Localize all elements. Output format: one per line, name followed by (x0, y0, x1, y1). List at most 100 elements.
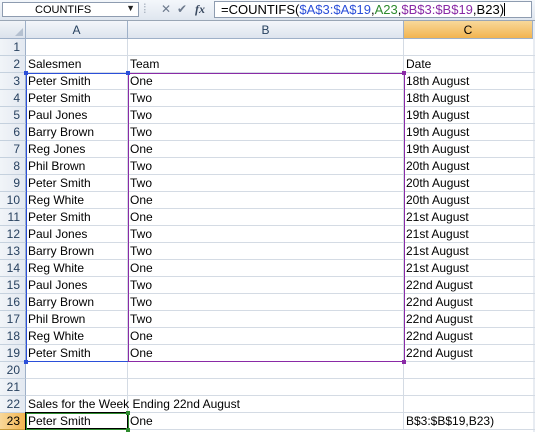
cell-B10[interactable]: One (128, 192, 404, 209)
column-header-c[interactable]: C (404, 21, 533, 39)
range-a23-handle-br[interactable] (126, 428, 130, 432)
cell-C5[interactable]: 19th August (404, 107, 535, 124)
cell-B12[interactable]: Two (128, 226, 404, 243)
cell-C4[interactable]: 18th August (404, 90, 535, 107)
cell-C11[interactable]: 21st August (404, 209, 535, 226)
cell-B22[interactable] (128, 396, 404, 413)
select-all-corner[interactable] (0, 21, 26, 39)
cell-C1[interactable] (404, 39, 535, 56)
cell-A13[interactable]: Barry Brown (26, 243, 128, 260)
formula-input[interactable]: =COUNTIFS($A$3:$A$19,A23,$B$3:$B$19,B23) (214, 1, 532, 18)
cell-A17[interactable]: Phil Brown (26, 311, 128, 328)
cell-B7[interactable]: One (128, 141, 404, 158)
cell-A9[interactable]: Peter Smith (26, 175, 128, 192)
enter-check-icon[interactable]: ✔ (177, 2, 187, 16)
range-b-handle-tr[interactable] (402, 71, 406, 75)
cell-C13[interactable]: 21st August (404, 243, 535, 260)
row-header[interactable]: 1 (0, 39, 26, 56)
name-box-dropdown-icon[interactable]: ▼ (126, 3, 135, 13)
row-header[interactable]: 19 (0, 345, 26, 362)
column-header-b[interactable]: B (128, 21, 404, 39)
cell-C8[interactable]: 20th August (404, 158, 535, 175)
row-header[interactable]: 10 (0, 192, 26, 209)
cell-C10[interactable]: 20th August (404, 192, 535, 209)
cell-A3[interactable]: Peter Smith (26, 73, 128, 90)
row-header[interactable]: 15 (0, 277, 26, 294)
cell-B11[interactable]: One (128, 209, 404, 226)
cell-B16[interactable]: Two (128, 294, 404, 311)
cell-B21[interactable] (128, 379, 404, 396)
row-header[interactable]: 22 (0, 396, 26, 413)
column-header-a[interactable]: A (26, 21, 128, 39)
range-b-handle-br[interactable] (402, 360, 406, 364)
cell-A7[interactable]: Reg Jones (26, 141, 128, 158)
row-header[interactable]: 17 (0, 311, 26, 328)
row-header[interactable]: 6 (0, 124, 26, 141)
row-header[interactable]: 3 (0, 73, 26, 90)
cell-C6[interactable]: 19th August (404, 124, 535, 141)
spreadsheet-grid[interactable]: A B C 1 2 Salesmen Team Date 3 Peter Smith One 1… (0, 21, 535, 432)
range-a-handle-tl[interactable] (24, 71, 28, 75)
cell-A19[interactable]: Peter Smith (26, 345, 128, 362)
cell-A18[interactable]: Reg White (26, 328, 128, 345)
cell-B14[interactable]: One (128, 260, 404, 277)
cell-C19[interactable]: 22nd August (404, 345, 535, 362)
cell-A16[interactable]: Barry Brown (26, 294, 128, 311)
row-header[interactable]: 7 (0, 141, 26, 158)
cell-A8[interactable]: Phil Brown (26, 158, 128, 175)
cell-C2[interactable]: Date (404, 56, 535, 73)
row-header[interactable]: 16 (0, 294, 26, 311)
cell-B6[interactable]: Two (128, 124, 404, 141)
cell-A11[interactable]: Peter Smith (26, 209, 128, 226)
cell-A21[interactable] (26, 379, 128, 396)
cell-C9[interactable]: 20th August (404, 175, 535, 192)
cell-B2[interactable]: Team (128, 56, 404, 73)
cell-B5[interactable]: Two (128, 107, 404, 124)
cell-C7[interactable]: 19th August (404, 141, 535, 158)
insert-function-icon[interactable]: fx (195, 2, 205, 17)
cell-C18[interactable]: 22nd August (404, 328, 535, 345)
row-header[interactable]: 21 (0, 379, 26, 396)
cell-B13[interactable]: Two (128, 243, 404, 260)
cell-B20[interactable] (128, 362, 404, 379)
cell-A14[interactable]: Reg White (26, 260, 128, 277)
cell-C16[interactable]: 22nd August (404, 294, 535, 311)
cell-C14[interactable]: 21st August (404, 260, 535, 277)
row-header[interactable]: 9 (0, 175, 26, 192)
cell-A10[interactable]: Reg White (26, 192, 128, 209)
row-header[interactable]: 5 (0, 107, 26, 124)
cell-A15[interactable]: Paul Jones (26, 277, 128, 294)
cell-B18[interactable]: One (128, 328, 404, 345)
cell-B1[interactable] (128, 39, 404, 56)
cell-A2[interactable]: Salesmen (26, 56, 128, 73)
range-a23-handle-tr[interactable] (126, 411, 130, 415)
row-header[interactable]: 18 (0, 328, 26, 345)
cell-C15[interactable]: 22nd August (404, 277, 535, 294)
cell-B15[interactable]: Two (128, 277, 404, 294)
cell-A6[interactable]: Barry Brown (26, 124, 128, 141)
cell-A5[interactable]: Paul Jones (26, 107, 128, 124)
cell-C17[interactable]: 22nd August (404, 311, 535, 328)
cell-B17[interactable]: Two (128, 311, 404, 328)
cell-C23[interactable]: B$3:$B$19,B23) (404, 413, 535, 430)
cell-A4[interactable]: Peter Smith (26, 90, 128, 107)
row-header[interactable]: 20 (0, 362, 26, 379)
row-header[interactable]: 4 (0, 90, 26, 107)
cell-C22[interactable] (404, 396, 535, 413)
cell-B4[interactable]: Two (128, 90, 404, 107)
row-header[interactable]: 11 (0, 209, 26, 226)
cell-C3[interactable]: 18th August (404, 73, 535, 90)
cell-B23[interactable]: One (128, 413, 404, 430)
row-header[interactable]: 8 (0, 158, 26, 175)
range-a-handle-tr[interactable] (126, 71, 130, 75)
cell-A20[interactable] (26, 362, 128, 379)
row-header[interactable]: 14 (0, 260, 26, 277)
cell-A1[interactable] (26, 39, 128, 56)
range-a-handle-bl[interactable] (24, 360, 28, 364)
row-header[interactable]: 2 (0, 56, 26, 73)
cell-B3[interactable]: One (128, 73, 404, 90)
cell-C20[interactable] (404, 362, 535, 379)
cell-C21[interactable] (404, 379, 535, 396)
cell-C12[interactable]: 21st August (404, 226, 535, 243)
name-box[interactable]: COUNTIFS ▼ (2, 2, 139, 17)
